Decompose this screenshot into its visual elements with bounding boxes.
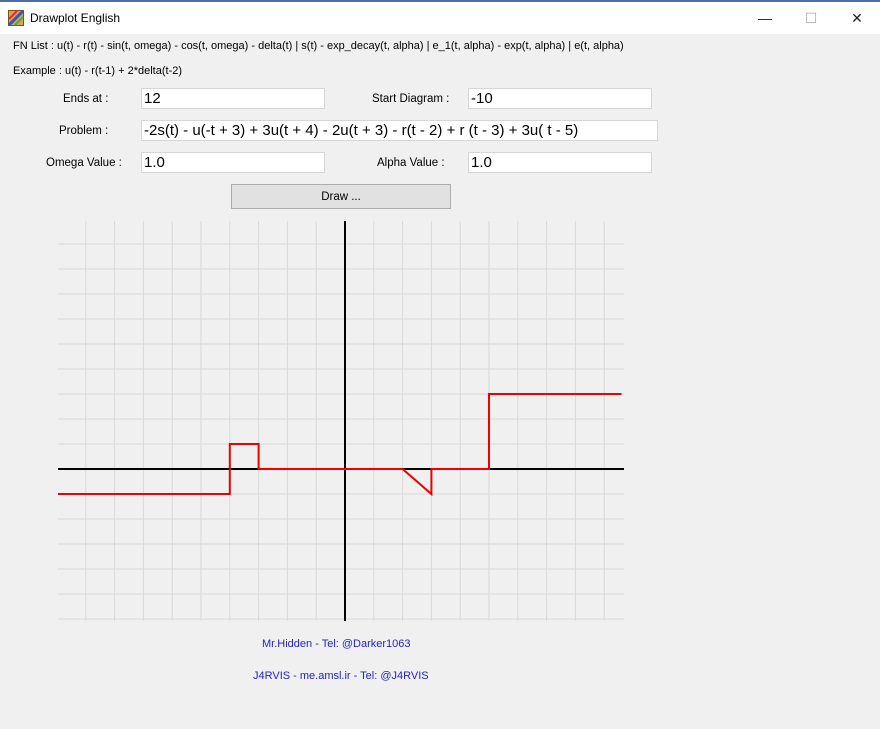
fn-list-text: FN List : u(t) - r(t) - sin(t, omega) - … [13, 40, 624, 52]
credit-line-2: J4RVIS - me.amsl.ir - Tel: @J4RVIS [253, 670, 429, 682]
ends-at-input[interactable] [141, 88, 325, 109]
problem-input[interactable] [141, 120, 658, 141]
plot-axes [58, 221, 624, 621]
draw-button[interactable]: Draw ... [231, 184, 451, 209]
close-button[interactable]: ✕ [834, 2, 880, 34]
credit-line-1: Mr.Hidden - Tel: @Darker1063 [262, 638, 411, 650]
omega-label: Omega Value : [46, 157, 122, 169]
app-icon [8, 10, 24, 26]
start-diagram-input[interactable] [468, 88, 652, 109]
example-text: Example : u(t) - r(t-1) + 2*delta(t-2) [13, 65, 183, 77]
minimize-button[interactable]: — [742, 2, 788, 34]
problem-label: Problem : [59, 125, 109, 137]
start-diagram-label: Start Diagram : [372, 93, 450, 105]
maximize-button[interactable]: ☐ [788, 2, 834, 34]
plot-grid [58, 221, 624, 621]
plot-canvas [58, 221, 624, 621]
alpha-label: Alpha Value : [377, 157, 445, 169]
title-bar: Drawplot English — ☐ ✕ [0, 0, 880, 34]
window-title: Drawplot English [30, 11, 121, 25]
ends-at-label: Ends at : [63, 93, 109, 105]
omega-input[interactable] [141, 152, 325, 173]
alpha-input[interactable] [468, 152, 652, 173]
